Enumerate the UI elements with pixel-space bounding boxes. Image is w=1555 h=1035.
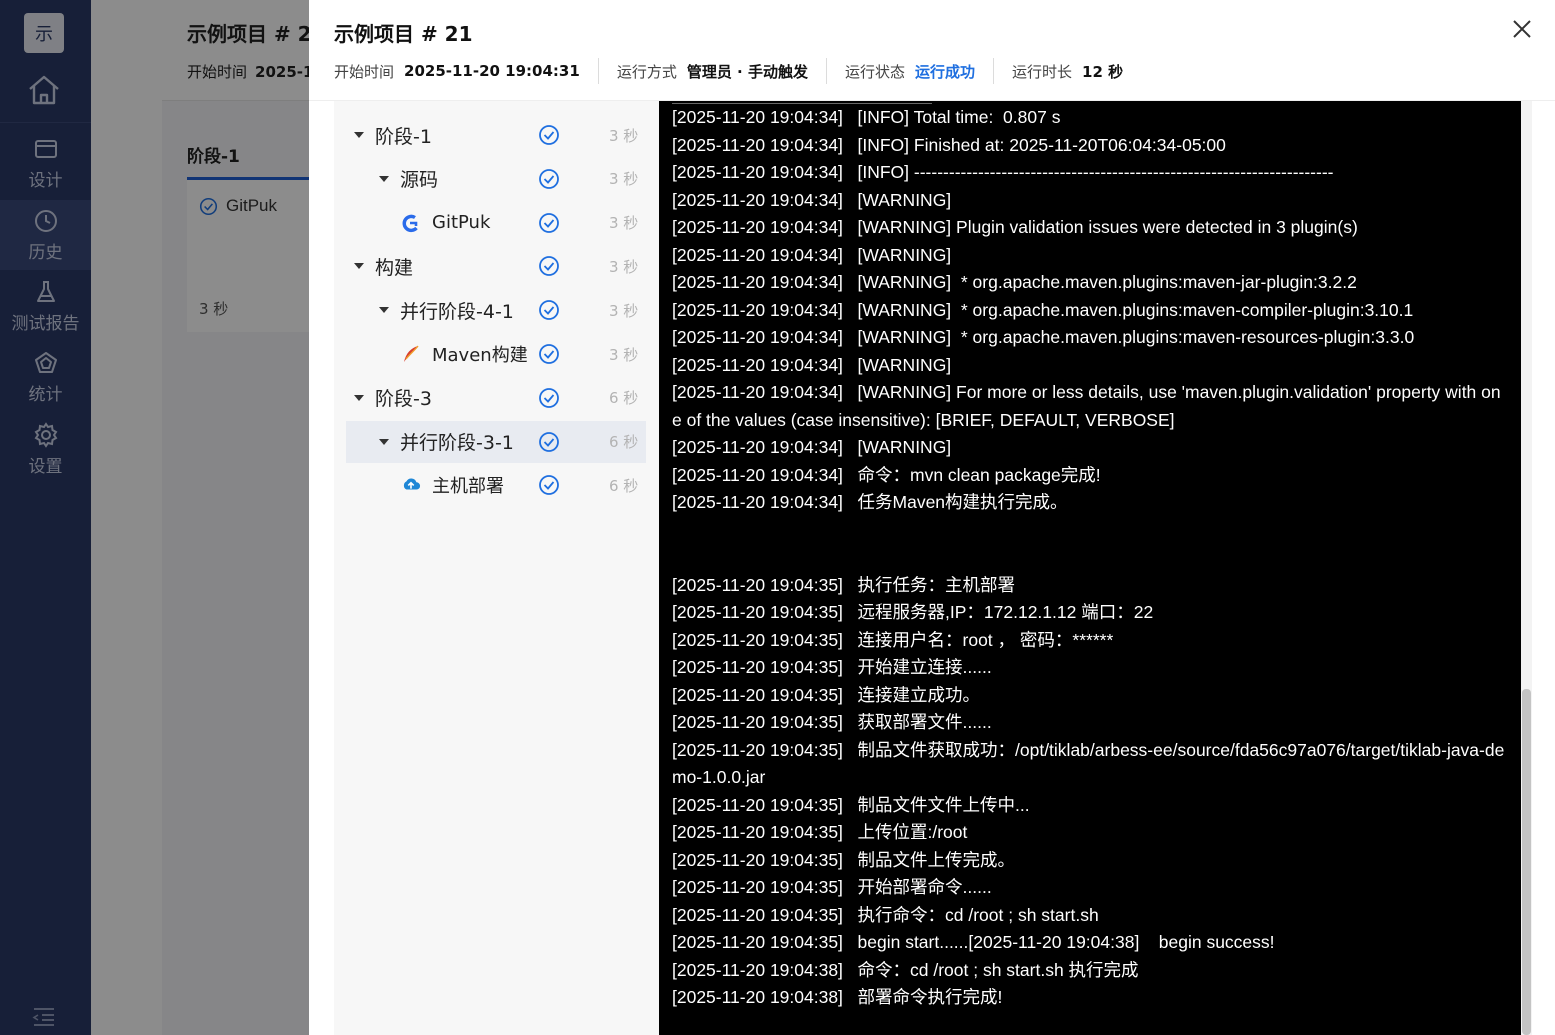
drawer-title: 示例项目 # 21 bbox=[334, 22, 473, 46]
meta-label: 运行状态 bbox=[844, 62, 905, 81]
stage-tree: 阶段-1 3 秒源码 3 秒 GitPuk 3 秒构建 3 秒并行阶段-4-1 3 秒 Mav… bbox=[334, 101, 659, 1035]
log-line: [2025-11-20 19:04:35] 执行任务：主机部署 bbox=[672, 574, 1016, 595]
log-line: [2025-11-20 19:04:38] 部署命令执行完成! bbox=[672, 987, 1003, 1007]
log-line: [2025-11-20 19:04:35] 制品文件文件上传中... bbox=[672, 794, 1030, 815]
log-line: [2025-11-20 19:04:34] [INFO] Total time:… bbox=[672, 107, 1061, 127]
check-circle-icon bbox=[539, 344, 559, 364]
log-line: [2025-11-20 19:04:34] [WARNING] * org.ap… bbox=[672, 327, 1415, 347]
log-line: [2025-11-20 19:04:34] [WARNING] bbox=[672, 437, 952, 457]
maven-feather-icon bbox=[401, 344, 421, 364]
tree-node[interactable]: 阶段-1 3 秒 bbox=[346, 114, 646, 156]
caret-down-icon[interactable] bbox=[354, 263, 364, 270]
cloud-upload-icon bbox=[401, 475, 421, 495]
tree-node-duration: 3 秒 bbox=[609, 126, 639, 145]
log-line: [2025-11-20 19:04:34] [WARNING] bbox=[672, 189, 952, 210]
meta-value: 2025-11-20 19:04:31 bbox=[404, 62, 580, 80]
log-line: [2025-11-20 19:04:34] 任务Maven构建执行完成。 bbox=[672, 492, 1068, 512]
tree-node-duration: 6 秒 bbox=[609, 476, 639, 495]
tree-node-label: 源码 bbox=[400, 169, 439, 192]
tree-node[interactable]: 并行阶段-4-1 3 秒 bbox=[346, 289, 646, 331]
log-line: [2025-11-20 19:04:34] [WARNING] For more… bbox=[672, 382, 1501, 430]
check-circle-icon bbox=[539, 256, 559, 277]
log-line: [2025-11-20 19:04:34] [WARNING] * org.ap… bbox=[672, 272, 1357, 292]
tree-node-label: 阶段-1 bbox=[375, 125, 432, 148]
tree-node-duration: 6 秒 bbox=[609, 433, 639, 452]
log-line: [2025-11-20 19:04:35] 远程服务器,IP：172.12.1.… bbox=[672, 602, 1154, 622]
log-line: [2025-11-20 19:04:35] 获取部署文件...... bbox=[672, 712, 992, 732]
meta-value: 管理员 · 手动触发 bbox=[686, 62, 808, 81]
log-line: [2025-11-20 19:04:34] [INFO] Finished at… bbox=[672, 134, 1226, 155]
close-icon[interactable] bbox=[1509, 16, 1535, 42]
scrollbar-thumb[interactable] bbox=[1522, 689, 1531, 1035]
tree-node-label: GitPuk bbox=[432, 212, 491, 234]
meta-start-time: 开始时间 2025-11-20 19:04:31 bbox=[334, 58, 598, 84]
tree-node-duration: 3 秒 bbox=[609, 257, 639, 276]
log-line: [2025-11-20 19:04:35] 上传位置:/root bbox=[672, 822, 968, 842]
check-circle-icon bbox=[539, 212, 559, 233]
tree-node-label: Maven构建 bbox=[432, 345, 528, 366]
tree-node[interactable]: 并行阶段-3-1 6 秒 bbox=[346, 420, 646, 463]
caret-down-icon[interactable] bbox=[379, 307, 389, 314]
log-line: [2025-11-20 19:04:35] 执行命令：cd /root ; sh… bbox=[672, 904, 1099, 925]
log-line: [2025-11-20 19:04:35] begin start......[… bbox=[672, 932, 1275, 952]
log-line: [2025-11-20 19:04:35] 开始建立连接...... bbox=[672, 657, 992, 677]
log-scrollbar[interactable] bbox=[1521, 101, 1532, 1035]
gitpuk-icon bbox=[401, 213, 421, 233]
log-line: [2025-11-20 19:04:35] 制品文件上传完成。 bbox=[672, 849, 1016, 870]
status-badge: 运行成功 bbox=[915, 62, 976, 81]
tree-node[interactable]: Maven构建 3 秒 bbox=[346, 333, 646, 375]
meta-label: 运行方式 bbox=[616, 62, 677, 81]
tree-node-duration: 6 秒 bbox=[609, 389, 639, 408]
run-meta: 开始时间 2025-11-20 19:04:31 运行方式 管理员 · 手动触发… bbox=[334, 58, 1141, 84]
tree-node-label: 构建 bbox=[375, 256, 414, 279]
tree-node[interactable]: 源码 3 秒 bbox=[346, 158, 646, 200]
caret-down-icon[interactable] bbox=[379, 175, 389, 182]
run-detail-drawer: 示例项目 # 21 开始时间 2025-11-20 19:04:31 运行方式 … bbox=[309, 0, 1555, 1035]
tree-node-duration: 3 秒 bbox=[609, 301, 639, 320]
log-line: [2025-11-20 19:04:34] [INFO] -----------… bbox=[672, 162, 1334, 182]
check-circle-icon bbox=[539, 168, 559, 189]
check-circle-icon bbox=[539, 431, 559, 452]
tree-node-label: 阶段-3 bbox=[375, 388, 432, 411]
log-line: [2025-11-20 19:04:35] 开始部署命令...... bbox=[672, 877, 992, 897]
caret-down-icon[interactable] bbox=[354, 132, 364, 138]
tree-node-label: 并行阶段-3-1 bbox=[400, 432, 514, 455]
tree-node-duration: 3 秒 bbox=[609, 170, 639, 189]
tree-node[interactable]: 主机部署 6 秒 bbox=[346, 464, 646, 506]
meta-run-duration: 运行时长 12 秒 bbox=[993, 58, 1141, 84]
tree-node-label: 主机部署 bbox=[432, 476, 504, 498]
meta-value: 12 秒 bbox=[1082, 62, 1124, 81]
meta-label: 开始时间 bbox=[334, 62, 395, 81]
check-circle-icon bbox=[539, 387, 559, 408]
log-line: [2025-11-20 19:04:35] 连接建立成功。 bbox=[672, 684, 981, 705]
log-line: [2025-11-20 19:04:35] 连接用户名：root ， 密码：**… bbox=[672, 629, 1114, 650]
check-circle-icon bbox=[539, 475, 559, 496]
tree-node[interactable]: GitPuk 3 秒 bbox=[346, 202, 646, 244]
log-panel[interactable]: [2025-11-20 19:04:34] [INFO] Total time:… bbox=[659, 101, 1521, 1035]
log-line: [2025-11-20 19:04:34] [WARNING] Plugin v… bbox=[672, 217, 1358, 237]
log-line: [2025-11-20 19:04:34] [WARNING] bbox=[672, 354, 952, 375]
tree-node[interactable]: 阶段-3 6 秒 bbox=[346, 377, 646, 419]
tree-node-label: 并行阶段-4-1 bbox=[400, 300, 514, 323]
check-circle-icon bbox=[539, 300, 559, 321]
meta-run-status: 运行状态 运行成功 bbox=[825, 58, 993, 84]
log-line: [2025-11-20 19:04:34] [WARNING] * org.ap… bbox=[672, 299, 1414, 320]
tree-node[interactable]: 构建 3 秒 bbox=[346, 245, 646, 287]
meta-label: 运行时长 bbox=[1012, 62, 1073, 81]
log-line: [2025-11-20 19:04:34] [WARNING] bbox=[672, 244, 952, 265]
meta-run-mode: 运行方式 管理员 · 手动触发 bbox=[597, 58, 826, 84]
caret-down-icon[interactable] bbox=[379, 438, 389, 445]
tree-node-duration: 3 秒 bbox=[609, 214, 639, 233]
log-line: [2025-11-20 19:04:34] 命令：mvn clean packa… bbox=[672, 464, 1101, 485]
log-line: [2025-11-20 19:04:38] 命令：cd /root ; sh s… bbox=[672, 959, 1139, 980]
tree-node-duration: 3 秒 bbox=[609, 345, 639, 364]
log-line: [2025-11-20 19:04:35] 制品文件获取成功：/opt/tikl… bbox=[672, 739, 1505, 788]
check-circle-icon bbox=[539, 125, 559, 145]
caret-down-icon[interactable] bbox=[354, 394, 364, 401]
